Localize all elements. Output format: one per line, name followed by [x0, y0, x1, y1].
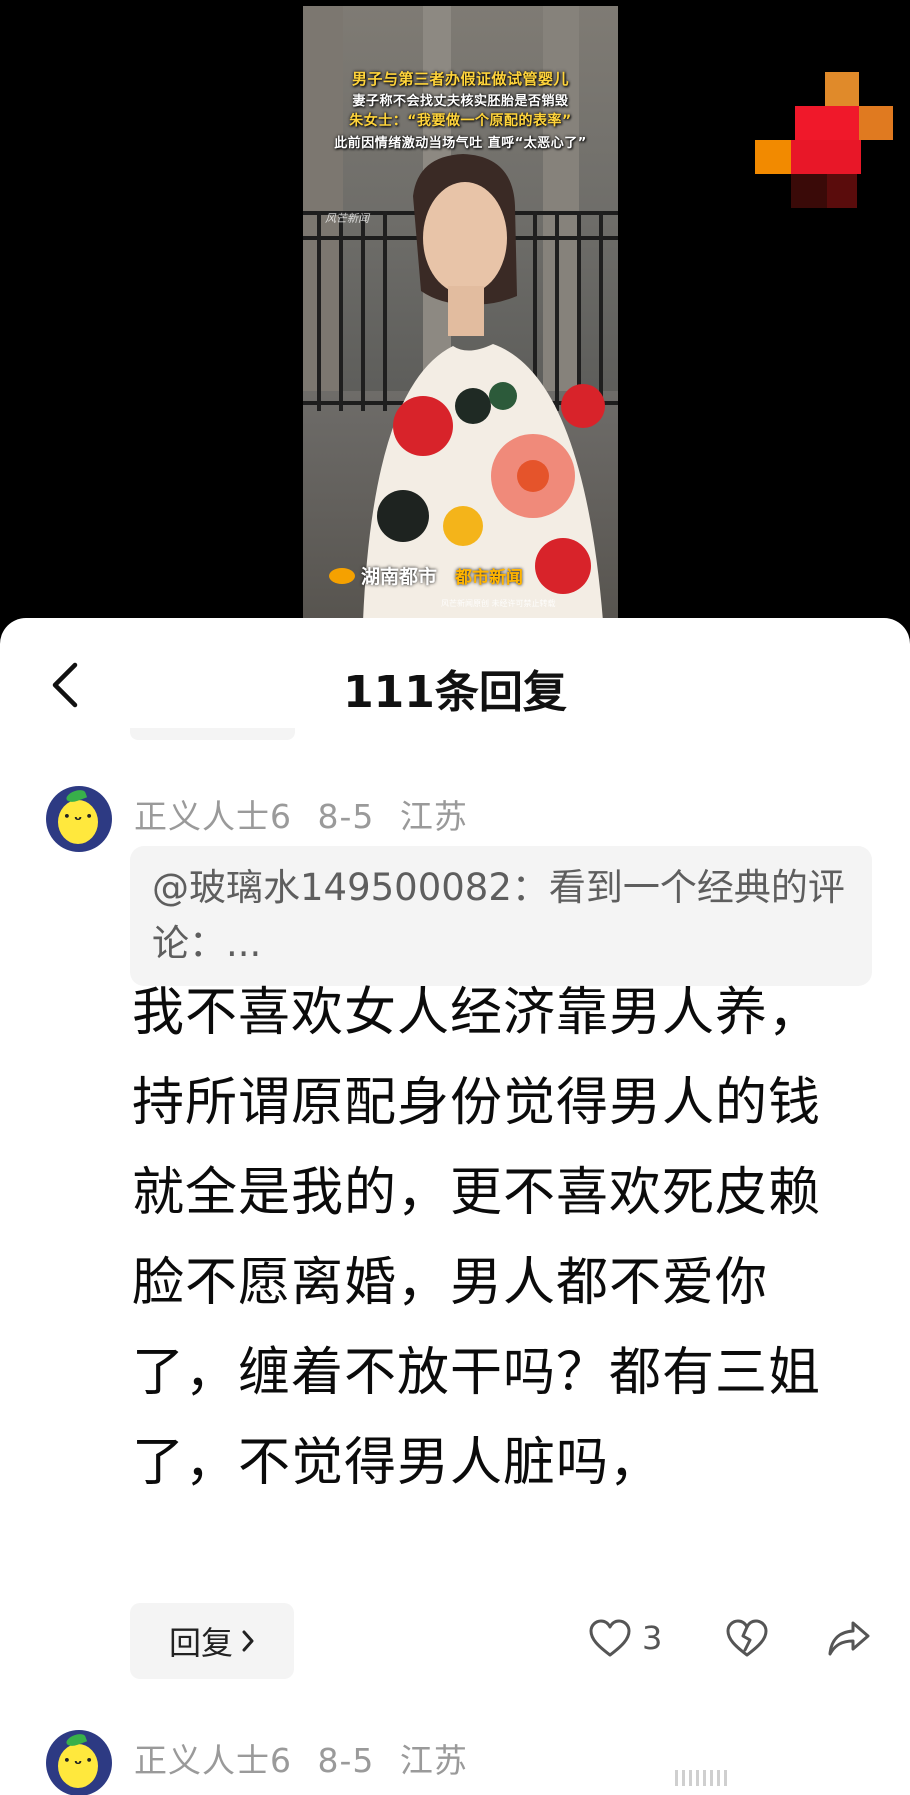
- home-indicator: [675, 1770, 885, 1786]
- copyright-notice: 风芒新闻原创 未经许可禁止转载: [441, 599, 556, 608]
- dislike-button[interactable]: [722, 1616, 772, 1660]
- comment-text: 我不喜欢女人经济靠男人养，持所谓原配身份觉得男人的钱就全是我的，更不喜欢死皮赖脸…: [132, 983, 822, 1493]
- pixel-mosaic: [755, 72, 897, 220]
- channel-logo-icon: [329, 567, 355, 584]
- video-frame[interactable]: 男子与第三者办假证做试管婴儿 妻子称不会找丈夫核实胚胎是否销毁 朱女士：“我要做…: [303, 6, 618, 621]
- sheet-title: 111条回复: [343, 667, 567, 718]
- heart-icon: [589, 1619, 631, 1657]
- share-button[interactable]: [824, 1616, 874, 1660]
- lemon-face-icon: • ᴗ •: [63, 1754, 93, 1767]
- reply-button[interactable]: 回复: [130, 1603, 294, 1679]
- channel-logo-name: 湖南都市: [361, 566, 438, 588]
- broken-heart-icon: [726, 1619, 768, 1657]
- comment-date: 8-5: [317, 1741, 375, 1780]
- share-arrow-icon: [828, 1621, 870, 1656]
- comment-location: 江苏: [399, 1741, 468, 1780]
- comment-meta: 正义人士6 8-5 江苏: [134, 1734, 482, 1782]
- comment-author[interactable]: 正义人士6: [134, 1741, 292, 1780]
- sheet-header: 111条回复: [0, 618, 910, 748]
- comment-meta: 正义人士6 8-5 江苏: [134, 790, 482, 838]
- comment-location: 江苏: [399, 797, 468, 836]
- channel-logo-name-2: 都市新闻: [455, 568, 524, 588]
- video-caption-4: 此前因情绪激动当场气吐 直呼“太恶心了”: [334, 136, 587, 151]
- like-button[interactable]: 3: [588, 1618, 662, 1658]
- comment-date: 8-5: [317, 797, 375, 836]
- previous-comment-edge: [130, 728, 295, 740]
- comment-author[interactable]: 正义人士6: [134, 797, 292, 836]
- video-caption-2: 妻子称不会找丈夫核实胚胎是否销毁: [352, 94, 569, 109]
- avatar[interactable]: • ᴗ •: [46, 786, 112, 852]
- avatar[interactable]: • ᴗ •: [46, 1730, 112, 1795]
- quoted-comment[interactable]: @玻璃水149500082：看到一个经典的评论：...: [130, 846, 872, 986]
- like-count: 3: [642, 1619, 663, 1657]
- chevron-right-icon: [242, 1630, 254, 1652]
- reply-label: 回复: [168, 1624, 233, 1662]
- video-caption-3: 朱女士：“我要做一个原配的表率”: [349, 113, 572, 129]
- reply-sheet: 111条回复 • ᴗ • 正义人士6 8-5 江苏 @玻璃水149500082：…: [0, 618, 910, 1795]
- video-caption-1: 男子与第三者办假证做试管婴儿: [351, 70, 569, 88]
- lemon-face-icon: • ᴗ •: [63, 810, 93, 823]
- channel-logo: 湖南都市 都市新闻: [329, 562, 523, 589]
- video-area[interactable]: 男子与第三者办假证做试管婴儿 妻子称不会找丈夫核实胚胎是否销毁 朱女士：“我要做…: [0, 0, 910, 625]
- video-watermark: 风芒新闻: [325, 212, 369, 225]
